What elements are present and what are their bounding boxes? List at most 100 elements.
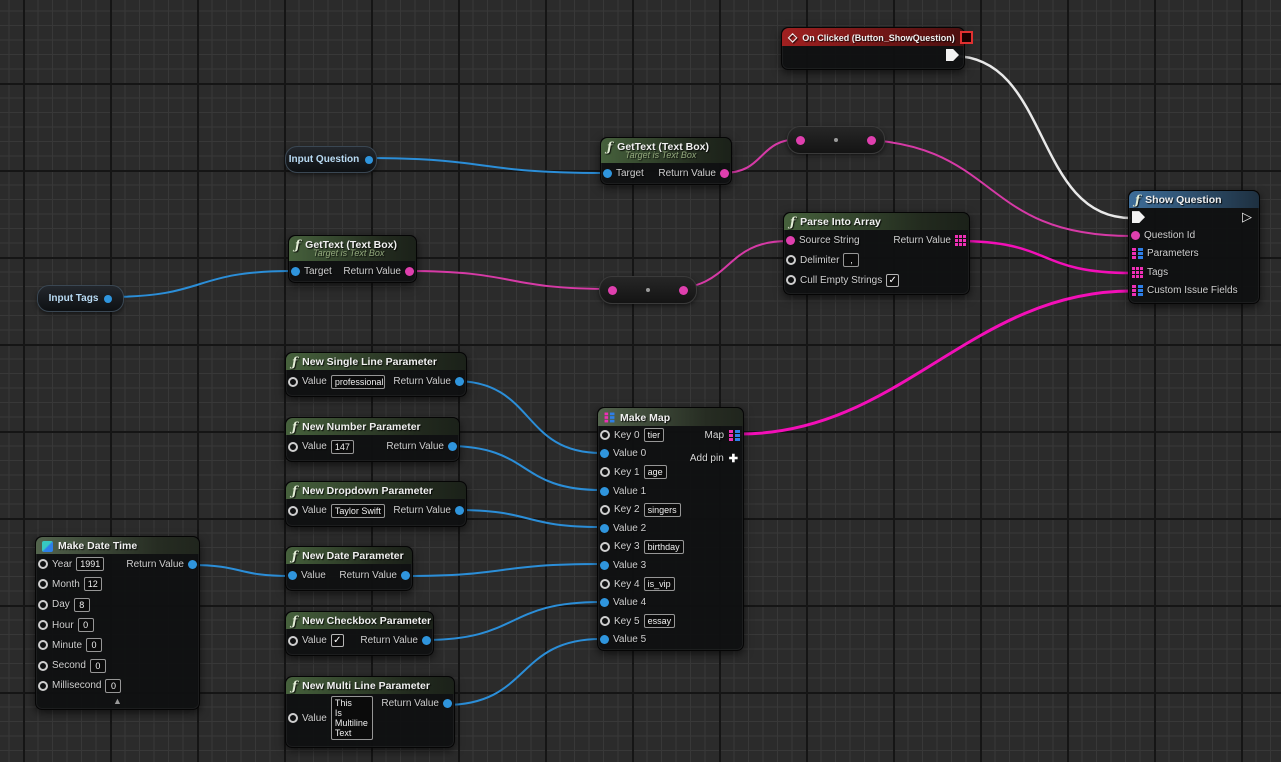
node-new-date-parameter[interactable]: ƒ New Date Parameter Value Return Value [285, 546, 413, 591]
node-new-dropdown-parameter[interactable]: ƒ New Dropdown Parameter Value Taylor Sw… [285, 481, 467, 527]
object-inputtags-to-target [108, 271, 292, 297]
value5-pin[interactable] [600, 635, 609, 644]
reroute-node-question[interactable] [787, 126, 885, 154]
return-value-pin[interactable] [720, 169, 729, 178]
variable-out-pin[interactable] [104, 295, 112, 303]
node-show-question[interactable]: ƒ Show Question ▷ Question Id Parameters… [1128, 190, 1260, 304]
return-value-pin[interactable] [955, 235, 966, 246]
key4-input[interactable]: is_vip [644, 577, 675, 591]
question-id-pin[interactable] [1131, 231, 1140, 240]
value3-pin[interactable] [600, 561, 609, 570]
node-on-clicked[interactable]: ◇ On Clicked (Button_ShowQuestion) [781, 27, 965, 70]
tags-pin[interactable] [1132, 267, 1143, 278]
second-pin[interactable] [38, 661, 48, 671]
node-new-checkbox-parameter[interactable]: ƒ New Checkbox Parameter Value ✓ Return … [285, 611, 434, 656]
value-pin[interactable] [288, 442, 298, 452]
node-header: ƒ New Date Parameter [286, 547, 412, 564]
value-pin[interactable] [288, 506, 298, 516]
exec-in-pin[interactable] [1132, 211, 1145, 223]
target-pin[interactable] [291, 267, 300, 276]
value-pin[interactable] [288, 713, 298, 723]
node-input-question[interactable]: Input Question [285, 146, 377, 173]
value-checkbox[interactable]: ✓ [331, 634, 344, 647]
second-input[interactable]: 0 [90, 659, 106, 673]
node-make-date-time[interactable]: Make Date Time Year 1991 Return Value Mo… [35, 536, 200, 710]
reroute-in-pin[interactable] [608, 286, 617, 295]
value-input[interactable]: Taylor Swift [331, 504, 385, 518]
value-input[interactable]: professional [331, 375, 386, 389]
return-value-pin[interactable] [455, 506, 464, 515]
exec-out-pin[interactable]: ▷ [1242, 211, 1252, 223]
return-value-pin[interactable] [422, 636, 431, 645]
hour-input[interactable]: 0 [78, 618, 94, 632]
day-pin[interactable] [38, 600, 48, 610]
minute-pin[interactable] [38, 640, 48, 650]
key5-input[interactable]: essay [644, 614, 676, 628]
target-pin[interactable] [603, 169, 612, 178]
day-input[interactable]: 8 [74, 598, 90, 612]
value-input[interactable]: 147 [331, 440, 354, 454]
source-string-pin[interactable] [786, 236, 795, 245]
node-make-map[interactable]: Make Map Key 0 tier Value 0 Key 1 age Va… [597, 407, 744, 651]
exec-out-pin[interactable] [946, 49, 959, 61]
month-pin[interactable] [38, 579, 48, 589]
key0-input[interactable]: tier [644, 428, 665, 442]
reroute-in-pin[interactable] [796, 136, 805, 145]
key0-pin[interactable] [600, 430, 610, 440]
reroute-out-pin[interactable] [679, 286, 688, 295]
value-pin[interactable] [288, 636, 298, 646]
return-value-pin[interactable] [455, 377, 464, 386]
value-pin[interactable] [288, 571, 297, 580]
blueprint-canvas[interactable]: ◇ On Clicked (Button_ShowQuestion) ƒ Get… [0, 0, 1281, 762]
node-new-single-line-parameter[interactable]: ƒ New Single Line Parameter Value profes… [285, 352, 467, 397]
millisecond-input[interactable]: 0 [105, 679, 121, 693]
cull-empty-strings-checkbox[interactable]: ✓ [886, 274, 899, 287]
key1-pin[interactable] [600, 467, 610, 477]
key3-input[interactable]: birthday [644, 540, 684, 554]
month-input[interactable]: 12 [84, 577, 102, 591]
return-value-pin[interactable] [188, 560, 197, 569]
millisecond-pin[interactable] [38, 681, 48, 691]
key1-input[interactable]: age [644, 465, 667, 479]
custom-issue-fields-pin[interactable] [1132, 285, 1143, 296]
variable-label: Input Question [289, 154, 360, 165]
value2-pin[interactable] [600, 524, 609, 533]
return-value-pin[interactable] [405, 267, 414, 276]
minute-input[interactable]: 0 [86, 638, 102, 652]
key5-pin[interactable] [600, 616, 610, 626]
delimiter-input[interactable]: , [843, 253, 859, 267]
collapse-arrow[interactable]: ▲ [113, 696, 122, 708]
key2-pin[interactable] [600, 505, 610, 515]
parameters-pin[interactable] [1132, 248, 1143, 259]
hour-pin[interactable] [38, 620, 48, 630]
value0-pin[interactable] [600, 449, 609, 458]
value1-pin[interactable] [600, 487, 609, 496]
value4-pin[interactable] [600, 598, 609, 607]
node-input-tags[interactable]: Input Tags [37, 285, 124, 312]
key4-pin[interactable] [600, 579, 610, 589]
value-pin[interactable] [288, 377, 298, 387]
map-out-pin[interactable] [729, 430, 740, 441]
node-parse-into-array[interactable]: ƒ Parse Into Array Source String Return … [783, 212, 970, 295]
node-new-multi-line-parameter[interactable]: ƒ New Multi Line Parameter Value This Is… [285, 676, 455, 748]
node-gettext-question[interactable]: ƒ GetText (Text Box) Target is Text Box … [600, 137, 732, 185]
node-title: New Multi Line Parameter [302, 680, 430, 692]
return-value-pin[interactable] [448, 442, 457, 451]
delegate-pin[interactable] [960, 31, 973, 44]
delimiter-pin[interactable] [786, 255, 796, 265]
node-header: ƒ New Single Line Parameter [286, 353, 466, 370]
node-gettext-tags[interactable]: ƒ GetText (Text Box) Target is Text Box … [288, 235, 417, 283]
year-pin[interactable] [38, 559, 48, 569]
key2-input[interactable]: singers [644, 503, 681, 517]
return-value-pin[interactable] [443, 699, 452, 708]
key3-pin[interactable] [600, 542, 610, 552]
add-pin-button[interactable]: ✚ [729, 452, 738, 465]
variable-out-pin[interactable] [365, 156, 373, 164]
cull-empty-strings-pin[interactable] [786, 275, 796, 285]
reroute-node-tags[interactable] [599, 276, 697, 304]
node-new-number-parameter[interactable]: ƒ New Number Parameter Value 147 Return … [285, 417, 460, 462]
reroute-out-pin[interactable] [867, 136, 876, 145]
return-value-pin[interactable] [401, 571, 410, 580]
value-input[interactable]: This Is Multiline Text [331, 696, 374, 740]
year-input[interactable]: 1991 [76, 557, 104, 571]
